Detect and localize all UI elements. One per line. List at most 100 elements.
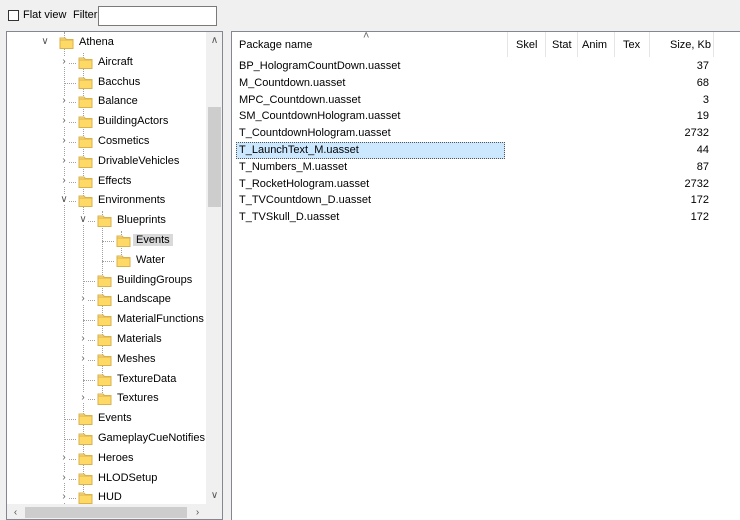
size-cell: 172 (690, 194, 709, 207)
tree-item-label: Environments (98, 194, 166, 207)
chevron-right-icon[interactable]: › (59, 136, 69, 146)
tree-item[interactable]: GameplayCueNotifies (7, 429, 206, 448)
tree-item[interactable]: › Aircraft (7, 53, 206, 72)
tree-item-label: Aircraft (98, 55, 133, 68)
column-header-skel[interactable]: Skel (516, 32, 537, 57)
column-header-stat[interactable]: Stat (552, 32, 572, 57)
tree-item[interactable]: ∨ Athena (7, 33, 206, 52)
table-row[interactable]: T_TVSkull_D.uasset 172 (232, 209, 740, 226)
chevron-right-icon[interactable]: › (59, 175, 69, 186)
package-name-cell: SM_CountdownHologram.uasset (239, 110, 401, 123)
chevron-right-icon[interactable]: › (78, 334, 88, 344)
chevron-down-icon[interactable]: ∨ (78, 215, 88, 226)
table-row[interactable]: BP_HologramCountDown.uasset 37 (232, 58, 740, 75)
tree-connector-line (102, 241, 114, 242)
table-row[interactable]: T_TVCountdown_D.uasset 172 (232, 192, 740, 209)
tree-item[interactable]: › Textures (7, 389, 206, 408)
folder-icon (78, 55, 93, 70)
chevron-down-icon[interactable]: ∨ (40, 37, 50, 47)
tree-item[interactable]: MaterialFunctions (7, 310, 206, 329)
tree-vertical-scrollbar[interactable]: ∧ ∨ (206, 32, 222, 504)
chevron-right-icon[interactable]: › (59, 452, 69, 463)
tree-item[interactable]: › Balance (7, 92, 206, 111)
chevron-right-icon[interactable]: › (78, 393, 88, 404)
tree-item[interactable]: BuildingGroups (7, 271, 206, 290)
chevron-right-icon[interactable]: › (59, 116, 69, 127)
folder-icon (78, 134, 93, 149)
folder-icon (97, 292, 112, 307)
folder-icon (59, 35, 74, 50)
table-row[interactable]: M_Countdown.uasset 68 (232, 75, 740, 92)
flat-view-checkbox[interactable] (8, 10, 19, 21)
tree-connector-line (64, 82, 76, 84)
package-name-cell: BP_HologramCountDown.uasset (239, 60, 401, 72)
tree-item[interactable]: › Heroes (7, 449, 206, 468)
folder-tree: ∨ Athena › Aircraft Bacchus › Balance › Building… (6, 31, 223, 520)
flat-view-label: Flat view (23, 9, 67, 21)
tree-item[interactable]: › DrivableVehicles (7, 152, 206, 171)
column-divider[interactable] (577, 32, 578, 57)
tree-item[interactable]: › HLODSetup (7, 469, 206, 488)
package-name-cell: T_CountdownHologram.uasset (239, 127, 391, 140)
tree-item[interactable]: › Effects (7, 172, 206, 191)
chevron-right-icon[interactable]: › (78, 353, 88, 364)
tree-horizontal-scrollbar[interactable]: ‹ › (7, 504, 206, 519)
tree-connector-line (83, 280, 95, 282)
tree-item[interactable]: TextureData (7, 370, 206, 389)
tree-item[interactable]: › BuildingActors (7, 112, 206, 131)
arrow-left-icon[interactable]: ‹ (7, 504, 24, 519)
tree-item[interactable]: › Meshes (7, 350, 206, 369)
tree-item[interactable]: › HUD (7, 488, 206, 504)
column-divider[interactable] (545, 32, 546, 57)
tree-item[interactable]: Events (7, 409, 206, 428)
tree-vertical-scroll-thumb[interactable] (208, 107, 221, 207)
package-name-cell: T_TVSkull_D.uasset (239, 211, 340, 224)
column-header-package-name[interactable]: Package name (239, 32, 312, 57)
table-row[interactable]: T_CountdownHologram.uasset 2732 (232, 125, 740, 142)
tree-item[interactable]: ∨ Environments (7, 191, 206, 210)
folder-icon (78, 94, 93, 109)
arrow-right-icon[interactable]: › (189, 504, 206, 519)
chevron-right-icon[interactable]: › (78, 294, 88, 305)
tree-item[interactable]: › Cosmetics (7, 132, 206, 151)
tree-item[interactable]: › Materials (7, 330, 206, 349)
chevron-right-icon[interactable]: › (59, 96, 69, 107)
table-row[interactable]: T_RocketHologram.uasset 2732 (232, 176, 740, 193)
folder-icon (97, 312, 112, 327)
folder-icon (116, 253, 131, 268)
filter-input[interactable] (98, 6, 217, 26)
chevron-down-icon[interactable]: ∨ (59, 195, 69, 206)
tree-item[interactable]: › Landscape (7, 290, 206, 309)
table-row[interactable]: MPC_Countdown.uasset 3 (232, 92, 740, 109)
tree-connector-line (102, 260, 114, 262)
tree-connector-line (64, 419, 76, 421)
tree-horizontal-scroll-thumb[interactable] (25, 507, 187, 518)
chevron-right-icon[interactable]: › (59, 56, 69, 67)
tree-item[interactable]: Water (7, 251, 206, 270)
chevron-right-icon[interactable]: › (59, 492, 69, 503)
tree-item-label: Materials (117, 333, 162, 345)
tree-item[interactable]: Bacchus (7, 73, 206, 92)
folder-icon (97, 332, 112, 347)
tree-item[interactable]: Events (7, 231, 206, 250)
column-divider[interactable] (614, 32, 615, 57)
arrow-up-icon[interactable]: ∧ (206, 32, 222, 49)
table-row[interactable]: T_Numbers_M.uasset 87 (232, 159, 740, 176)
column-header-anim[interactable]: Anim (582, 32, 607, 57)
size-cell: 2732 (684, 127, 709, 140)
column-divider[interactable] (713, 32, 714, 57)
table-row[interactable]: T_LaunchText_M.uasset 44 (232, 142, 740, 159)
size-cell: 19 (696, 110, 709, 123)
chevron-right-icon[interactable]: › (59, 472, 69, 483)
toolbar: Flat view Filter: (0, 0, 740, 30)
chevron-right-icon[interactable]: › (59, 155, 69, 166)
column-header-tex[interactable]: Tex (623, 32, 640, 57)
arrow-down-icon[interactable]: ∨ (206, 487, 222, 504)
tree-item[interactable]: ∨ Blueprints (7, 211, 206, 230)
folder-icon (78, 114, 93, 129)
column-divider[interactable] (649, 32, 650, 57)
column-divider[interactable] (507, 32, 508, 57)
package-name-cell: M_Countdown.uasset (239, 76, 346, 89)
table-row[interactable]: SM_CountdownHologram.uasset 19 (232, 108, 740, 125)
column-header-size[interactable]: Size, Kb (670, 32, 711, 57)
